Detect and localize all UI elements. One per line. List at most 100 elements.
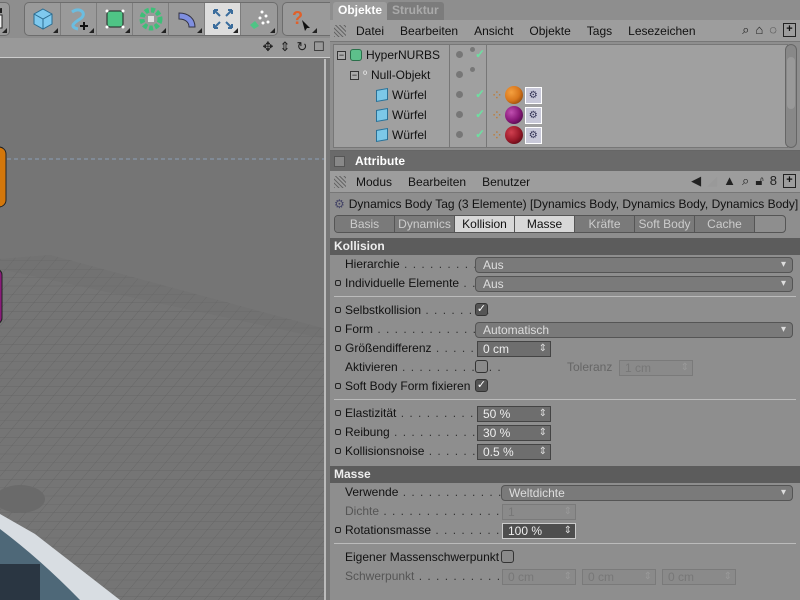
tab-dynamics[interactable]: Dynamics: [395, 216, 455, 232]
object-name[interactable]: Null-Objekt: [371, 68, 430, 82]
animate-toggle-icon[interactable]: [335, 345, 341, 351]
schwerpunkt-y-input[interactable]: 0 cm: [582, 569, 656, 585]
tab-masse[interactable]: Masse: [515, 216, 575, 232]
tab-soft-body[interactable]: Soft Body: [635, 216, 695, 232]
dynamics-tag-particles-icon[interactable]: ⁘: [491, 127, 503, 144]
panel-toggle-icon[interactable]: [334, 155, 345, 167]
spline-button[interactable]: [61, 3, 97, 35]
visibility-dot[interactable]: [456, 51, 463, 58]
deformer-button[interactable]: [169, 3, 205, 35]
material-tag-orange[interactable]: [504, 86, 523, 104]
tab-kraefte[interactable]: Kräfte: [575, 216, 635, 232]
3d-viewport[interactable]: ✥ ⇕ ↻ ☐: [0, 38, 330, 600]
animate-toggle-icon[interactable]: [335, 527, 341, 533]
kollisionsnoise-input[interactable]: 0.5 %: [477, 444, 551, 460]
dynamics-tag-particles-icon[interactable]: ⁘: [491, 87, 503, 104]
menu-lesezeichen[interactable]: Lesezeichen: [628, 24, 695, 38]
tab-objekte[interactable]: Objekte: [333, 2, 388, 20]
maximize-icon[interactable]: ☐: [312, 40, 326, 54]
scene-button[interactable]: [205, 3, 241, 35]
enabled-check-icon[interactable]: ✓: [475, 87, 485, 101]
search-icon[interactable]: ⌕: [742, 174, 749, 188]
grip-icon[interactable]: [334, 24, 346, 37]
move-icon[interactable]: ✥: [261, 40, 275, 54]
scrollbar-thumb[interactable]: [787, 57, 795, 109]
visibility-dot[interactable]: [456, 111, 463, 118]
tree-row-wuerfel-1[interactable]: Würfel ✓ ⁘ ⚙: [334, 85, 787, 105]
material-tag-red[interactable]: [504, 126, 523, 144]
schwerpunkt-x-input[interactable]: 0 cm: [502, 569, 576, 585]
link-icon[interactable]: 8: [770, 174, 777, 188]
enabled-check-icon[interactable]: ✓: [475, 47, 485, 61]
aktivieren-checkbox[interactable]: [475, 360, 488, 373]
menu-bearbeiten[interactable]: Bearbeiten: [400, 24, 458, 38]
hypernurbs-button[interactable]: [97, 3, 133, 35]
back-arrow-icon[interactable]: ◀: [691, 174, 701, 188]
individuelle-elemente-dropdown[interactable]: Aus: [475, 276, 793, 292]
menu-datei[interactable]: Datei: [356, 24, 384, 38]
dynamics-body-tag-icon[interactable]: ⚙: [524, 126, 542, 144]
selbstkollision-checkbox[interactable]: ✓: [475, 303, 488, 316]
menu-ansicht[interactable]: Ansicht: [474, 24, 513, 38]
tab-kollision[interactable]: Kollision: [455, 216, 515, 232]
form-dropdown[interactable]: Automatisch: [475, 322, 793, 338]
render-dot[interactable]: [470, 67, 475, 72]
tree-row-hypernurbs[interactable]: − HyperNURBS ✓: [334, 45, 787, 65]
enabled-check-icon[interactable]: ✓: [475, 107, 485, 121]
collapse-icon[interactable]: −: [350, 70, 359, 80]
eigener-massenschwerpunkt-checkbox[interactable]: [501, 550, 514, 563]
tree-row-wuerfel-3[interactable]: Würfel ✓ ⁘ ⚙: [334, 125, 787, 145]
hierarchie-dropdown[interactable]: Aus: [475, 257, 793, 273]
visibility-dot[interactable]: [456, 91, 463, 98]
tab-basis[interactable]: Basis: [335, 216, 395, 232]
animate-toggle-icon[interactable]: [335, 280, 341, 286]
tab-cache[interactable]: Cache: [695, 216, 755, 232]
object-name[interactable]: Würfel: [392, 128, 427, 142]
new-panel-icon[interactable]: +: [783, 23, 796, 37]
animate-toggle-icon[interactable]: [335, 429, 341, 435]
animate-toggle-icon[interactable]: [335, 326, 341, 332]
dynamics-body-tag-icon[interactable]: ⚙: [524, 106, 542, 124]
groessendifferenz-input[interactable]: 0 cm: [477, 341, 551, 357]
reibung-input[interactable]: 30 %: [477, 425, 551, 441]
menu-benutzer[interactable]: Benutzer: [482, 175, 530, 189]
object-name[interactable]: Würfel: [392, 108, 427, 122]
toleranz-input[interactable]: 1 cm: [619, 360, 693, 376]
zoom-icon[interactable]: ⇕: [278, 40, 292, 54]
schwerpunkt-z-input[interactable]: 0 cm: [662, 569, 736, 585]
eye-icon[interactable]: ◌: [769, 23, 777, 37]
animate-toggle-icon[interactable]: [335, 448, 341, 454]
up-arrow-icon[interactable]: ▲: [723, 174, 736, 188]
menu-tags[interactable]: Tags: [587, 24, 612, 38]
verwende-dropdown[interactable]: Weltdichte: [501, 485, 793, 501]
visibility-dot[interactable]: [456, 131, 463, 138]
material-tag-purple[interactable]: [504, 106, 523, 124]
search-icon[interactable]: ⌕: [742, 23, 749, 37]
menu-modus[interactable]: Modus: [356, 175, 392, 189]
animate-toggle-icon[interactable]: [335, 410, 341, 416]
object-name[interactable]: HyperNURBS: [366, 48, 440, 62]
render-button[interactable]: [0, 3, 9, 35]
visibility-dot[interactable]: [456, 71, 463, 78]
animate-toggle-icon[interactable]: [335, 383, 341, 389]
menu-bearbeiten[interactable]: Bearbeiten: [408, 175, 466, 189]
particle-button[interactable]: [241, 3, 277, 35]
dichte-input[interactable]: 1: [502, 504, 576, 520]
soft-body-form-fixieren-checkbox[interactable]: ✓: [475, 379, 488, 392]
home-icon[interactable]: ⌂: [755, 23, 763, 37]
forward-arrow-icon[interactable]: ◢: [707, 174, 717, 188]
lock-icon[interactable]: 🔓︎: [755, 174, 763, 188]
rotationsmasse-input[interactable]: 100 %: [502, 523, 576, 539]
object-name[interactable]: Würfel: [392, 88, 427, 102]
help-button[interactable]: ?: [283, 3, 319, 35]
enabled-check-icon[interactable]: ✓: [475, 127, 485, 141]
tree-row-wuerfel-2[interactable]: Würfel ✓ ⁘ ⚙: [334, 105, 787, 125]
cube-button[interactable]: [25, 3, 61, 35]
rotate-icon[interactable]: ↻: [295, 40, 309, 54]
elastizitaet-input[interactable]: 50 %: [477, 406, 551, 422]
viewport-canvas[interactable]: [0, 59, 326, 600]
object-tree-scrollbar[interactable]: [785, 44, 797, 148]
collapse-icon[interactable]: −: [337, 50, 346, 60]
dynamics-body-tag-icon[interactable]: ⚙: [524, 86, 542, 104]
array-button[interactable]: [133, 3, 169, 35]
